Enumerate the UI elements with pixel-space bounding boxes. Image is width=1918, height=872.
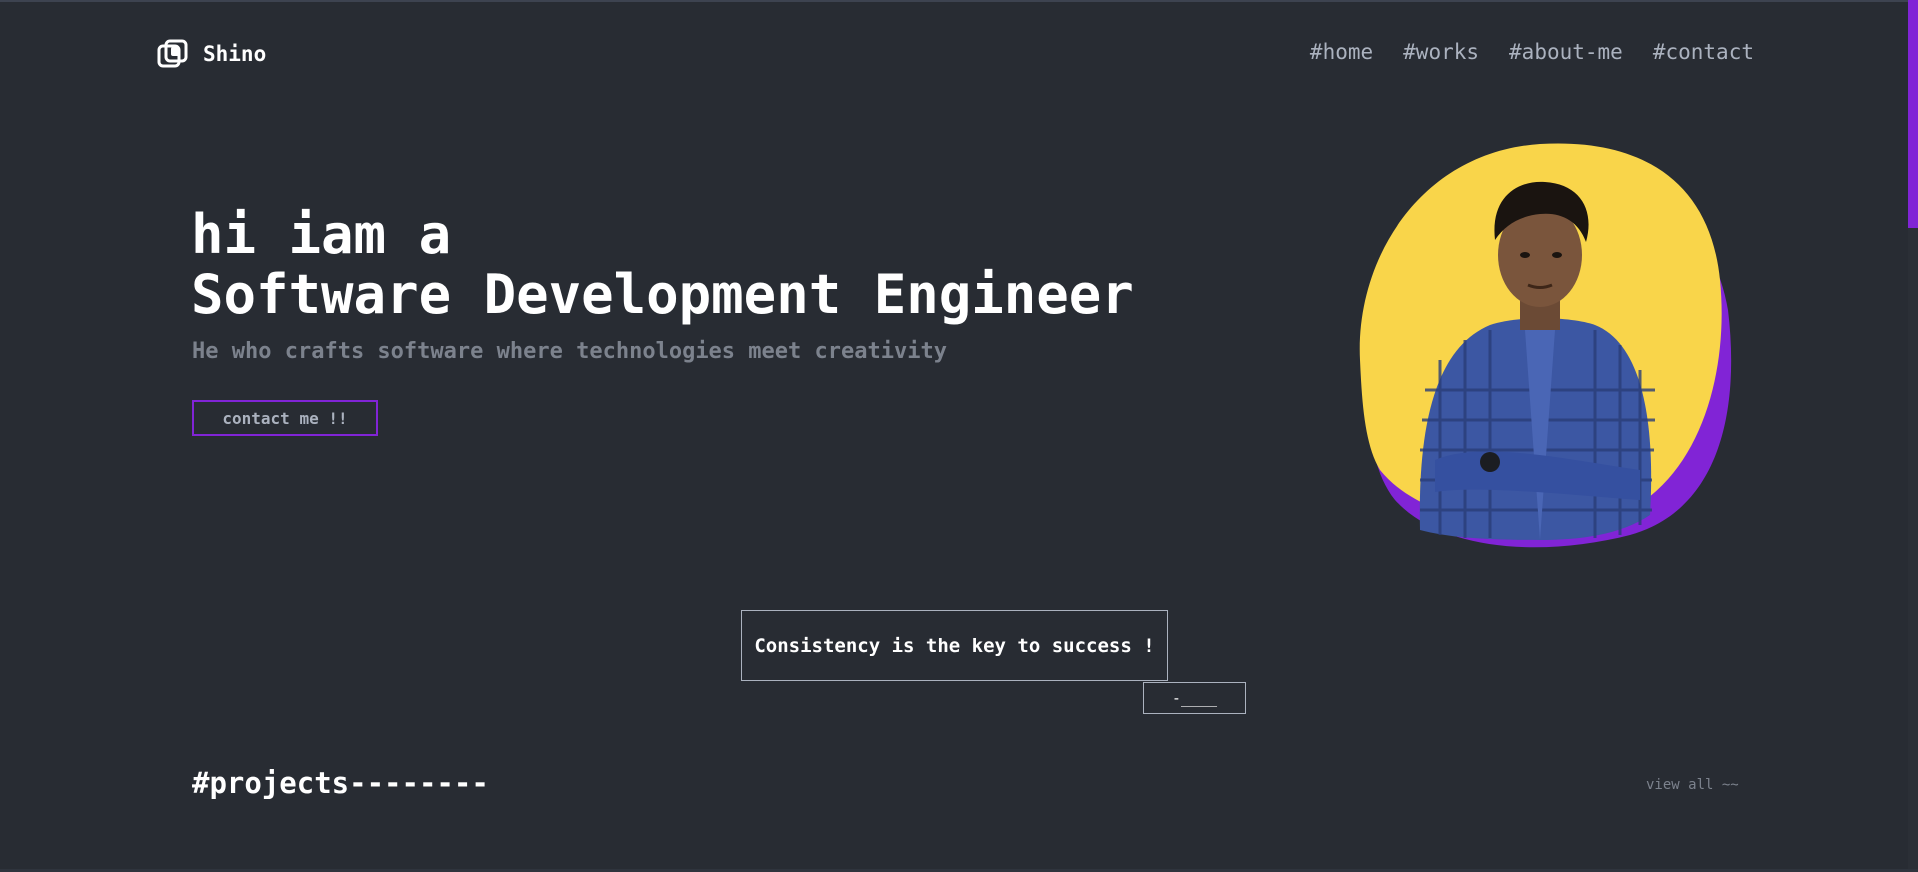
contact-me-button[interactable]: contact me !! xyxy=(192,400,378,436)
nav-home[interactable]: #home xyxy=(1310,40,1373,64)
hero-subtitle: He who crafts software where technologie… xyxy=(192,339,947,364)
logo-icon xyxy=(157,38,189,70)
logo-name: Shino xyxy=(203,42,267,66)
quote-author: -____ xyxy=(1143,682,1246,714)
projects-section-title: #projects-------- xyxy=(192,766,489,800)
nav-works[interactable]: #works xyxy=(1403,40,1479,64)
nav-about-me[interactable]: #about-me xyxy=(1509,40,1623,64)
main-nav: #home #works #about-me #contact xyxy=(1310,40,1754,64)
top-border xyxy=(0,0,1918,2)
page-scrollbar[interactable] xyxy=(1908,0,1918,872)
view-all-link[interactable]: view all ~~ xyxy=(1646,777,1739,793)
quote-text: Consistency is the key to success ! xyxy=(754,634,1155,657)
logo[interactable]: Shino xyxy=(157,38,266,70)
hero-heading-line2: Software Development Engineer xyxy=(191,263,1134,326)
quote-box: Consistency is the key to success ! xyxy=(741,610,1168,681)
hero-heading-line1: hi iam a xyxy=(191,203,452,266)
scrollbar-thumb[interactable] xyxy=(1908,0,1918,228)
profile-portrait xyxy=(1340,140,1740,550)
nav-contact[interactable]: #contact xyxy=(1653,40,1754,64)
